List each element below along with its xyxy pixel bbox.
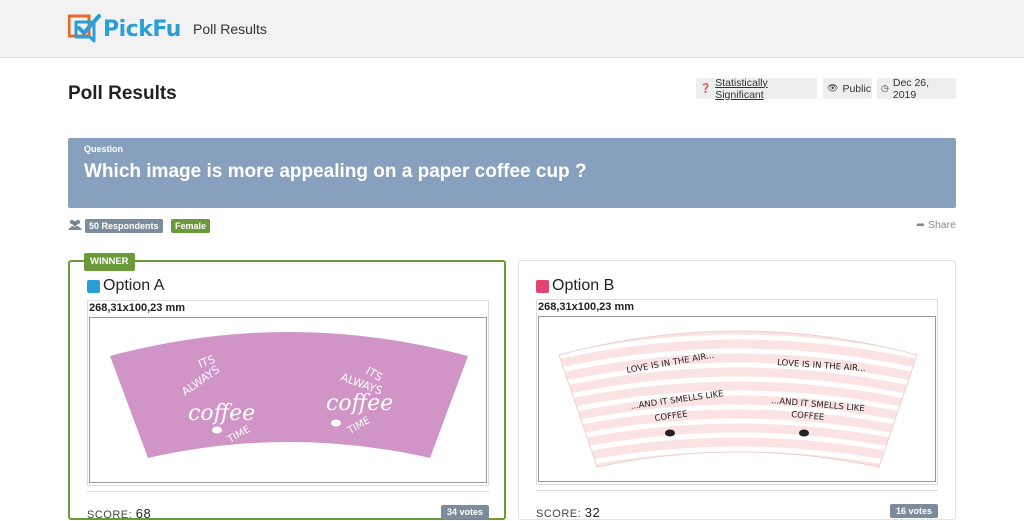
art-a-elephant-2	[331, 419, 341, 427]
statistically-significant-badge[interactable]: ❓ Statistically Significant	[696, 76, 817, 101]
nav-poll-results-link[interactable]: Poll Results	[193, 21, 267, 37]
option-b-score: SCORE: 32	[536, 505, 600, 520]
option-b-score-row: SCORE: 32 16 votes	[536, 490, 938, 520]
question-text: Which image is more appealing on a paper…	[84, 161, 587, 182]
option-b-image[interactable]: 268,31x100,23 mm LOVE IS IN THE AIR... L…	[536, 299, 938, 485]
option-card-b[interactable]: Option B 268,31x100,23 mm LOVE IS IN THE…	[518, 260, 956, 520]
art-a-coffee-2: coffee	[326, 391, 393, 416]
option-a-dimensions: 268,31x100,23 mm	[89, 302, 186, 314]
score-label: SCORE:	[87, 509, 133, 521]
pickfu-logo[interactable]: PickFu	[68, 13, 181, 45]
clock-icon: ◷	[881, 83, 889, 93]
option-b-name: Option B	[552, 277, 615, 294]
option-b-dimensions: 268,31x100,23 mm	[538, 301, 635, 313]
option-a-artwork: ITS ALWAYS coffee TIME ITS ALWAYS coffee…	[89, 317, 487, 483]
visibility-badge: 👁 Public	[823, 78, 872, 99]
page-title: Poll Results	[68, 83, 177, 104]
option-b-color-swatch	[536, 279, 549, 293]
winner-badge: WINNER	[84, 253, 135, 271]
option-card-a[interactable]: WINNER Option A 268,31x100,23 mm ITS ALW…	[68, 253, 506, 521]
date-badge: ◷ Dec 26, 2019	[877, 76, 956, 101]
option-b-title: Option B	[536, 277, 614, 295]
question-circle-icon: ❓	[700, 83, 712, 93]
art-b-elephant-2	[799, 429, 809, 437]
audience-row: 50 Respondents Female ➦ Share	[68, 218, 956, 234]
option-a-color-swatch	[87, 279, 100, 293]
option-a-image[interactable]: 268,31x100,23 mm ITS ALWAYS coffee TIME …	[87, 300, 489, 486]
segment-badge: Female	[171, 219, 211, 233]
option-a-votes-badge: 34 votes	[440, 505, 489, 519]
respondents-badge: 50 Respondents	[85, 219, 163, 233]
share-label: Share	[927, 219, 956, 231]
art-a-coffee-1: coffee	[188, 401, 255, 426]
cup-artwork-a: ITS ALWAYS coffee TIME ITS ALWAYS coffee…	[110, 332, 468, 458]
option-a-score: SCORE: 68	[87, 506, 151, 521]
option-a-score-row: SCORE: 68 34 votes	[87, 491, 489, 521]
score-value: 68	[135, 506, 152, 521]
logo-checkbox-icon	[68, 14, 101, 43]
logo-text: PickFu	[103, 16, 181, 42]
significance-label: Statistically Significant	[715, 76, 768, 101]
score-label: SCORE:	[536, 508, 582, 520]
art-b-elephant-1	[665, 429, 675, 437]
share-button[interactable]: ➦ Share	[916, 219, 956, 231]
top-navbar: PickFu Poll Results	[0, 0, 1024, 58]
cup-artwork-b: LOVE IS IN THE AIR... LOVE IS IN THE AIR…	[558, 330, 918, 468]
art-a-elephant-1	[212, 426, 222, 434]
score-value: 32	[584, 505, 601, 520]
question-label: Question	[84, 144, 124, 154]
visibility-label: Public	[842, 82, 872, 95]
divider	[87, 491, 489, 492]
divider	[536, 490, 938, 491]
question-panel: Question Which image is more appealing o…	[68, 138, 956, 208]
share-icon: ➦	[916, 219, 925, 231]
option-b-artwork: LOVE IS IN THE AIR... LOVE IS IN THE AIR…	[538, 316, 936, 482]
option-b-votes-badge: 16 votes	[889, 504, 938, 518]
users-icon	[68, 219, 82, 230]
option-a-title: Option A	[87, 277, 164, 295]
option-a-name: Option A	[103, 277, 165, 294]
date-label: Dec 26, 2019	[892, 76, 930, 101]
eye-icon: 👁	[827, 83, 839, 93]
